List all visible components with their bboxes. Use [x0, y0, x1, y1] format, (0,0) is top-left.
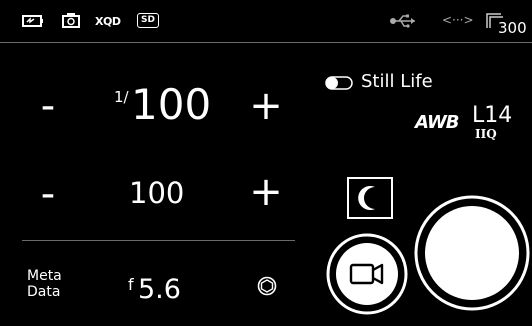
link-icon: <···>	[442, 13, 474, 27]
mode-label[interactable]: Still Life	[361, 71, 433, 92]
aperture-prefix: f	[128, 275, 134, 294]
shutter-value[interactable]: 100	[131, 82, 211, 128]
night-mode-button[interactable]	[347, 177, 393, 219]
iso-plus-button[interactable]: +	[246, 172, 286, 212]
sd-card-label[interactable]: SD	[137, 13, 159, 28]
iso-value[interactable]: 100	[129, 176, 184, 210]
meta-label-line1: Meta	[27, 268, 62, 284]
raw-profile-sub: IIQ	[475, 127, 497, 141]
frames-count: 300	[498, 19, 527, 37]
shutter-release-button[interactable]	[413, 194, 531, 312]
shutter-plus-button[interactable]: +	[246, 86, 286, 126]
xqd-card-label[interactable]: XQD	[95, 15, 121, 28]
meta-divider	[22, 240, 295, 241]
shutter-minus-button[interactable]: -	[28, 86, 68, 126]
iso-minus-button[interactable]: -	[28, 174, 68, 214]
aperture-value[interactable]: 5.6	[138, 275, 181, 305]
battery-icon[interactable]	[22, 14, 44, 28]
shutter-prefix: 1/	[114, 88, 129, 106]
raw-profile-label[interactable]: L14	[472, 104, 512, 128]
mode-toggle-icon[interactable]	[325, 76, 353, 90]
usb-icon	[390, 14, 415, 28]
camera-icon[interactable]	[62, 12, 80, 28]
aperture-icon[interactable]	[257, 276, 277, 296]
top-divider	[0, 42, 532, 43]
video-record-button[interactable]	[325, 232, 409, 316]
meta-label-line2: Data	[27, 284, 61, 300]
moon-icon	[358, 186, 375, 210]
meta-data-button[interactable]: Meta Data	[27, 268, 62, 300]
white-balance-label[interactable]: AWB	[415, 112, 460, 133]
